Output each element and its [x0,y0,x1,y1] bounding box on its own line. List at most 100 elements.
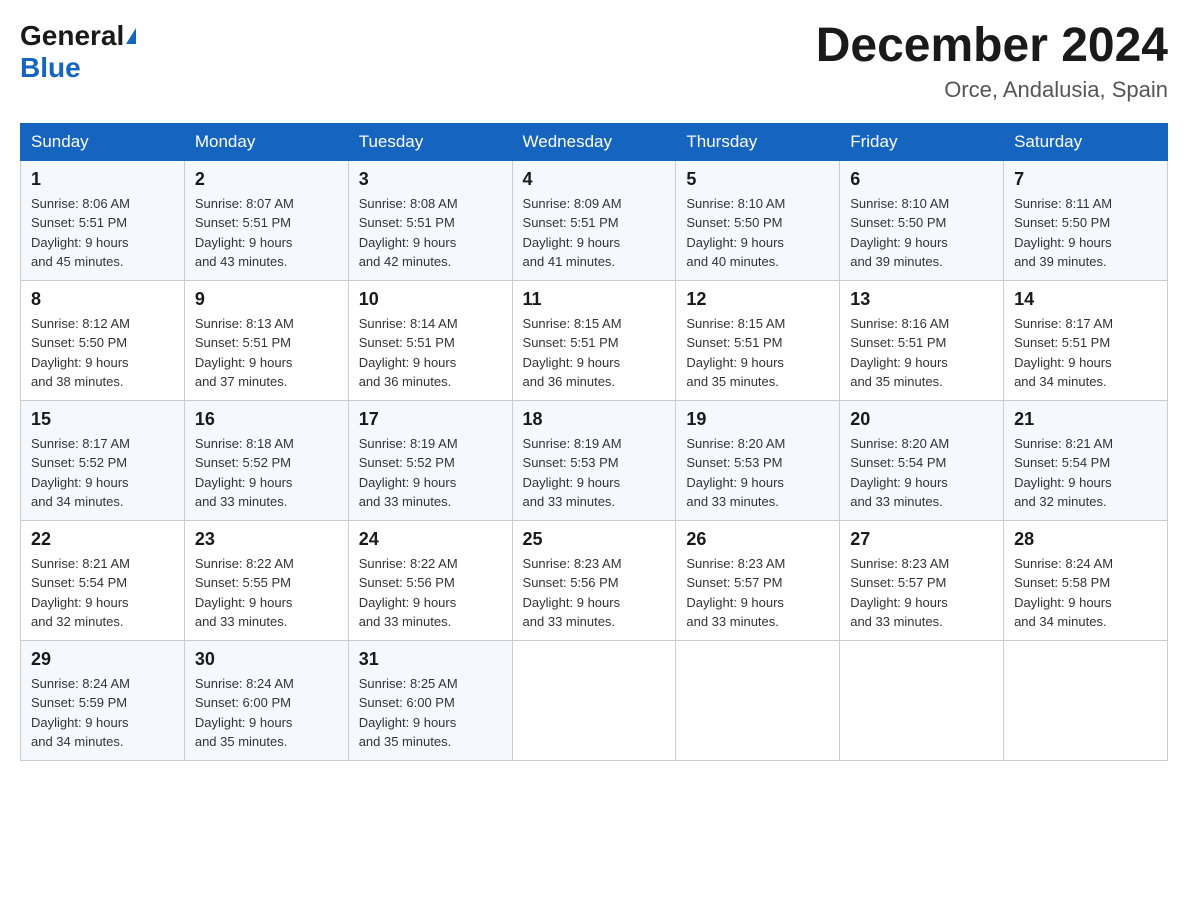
day-info: Sunrise: 8:23 AM Sunset: 5:57 PM Dayligh… [686,554,829,632]
calendar-cell: 26 Sunrise: 8:23 AM Sunset: 5:57 PM Dayl… [676,520,840,640]
day-info: Sunrise: 8:15 AM Sunset: 5:51 PM Dayligh… [523,314,666,392]
calendar-cell: 28 Sunrise: 8:24 AM Sunset: 5:58 PM Dayl… [1004,520,1168,640]
calendar-cell: 19 Sunrise: 8:20 AM Sunset: 5:53 PM Dayl… [676,400,840,520]
calendar-cell: 1 Sunrise: 8:06 AM Sunset: 5:51 PM Dayli… [21,160,185,280]
day-info: Sunrise: 8:11 AM Sunset: 5:50 PM Dayligh… [1014,194,1157,272]
day-number: 12 [686,289,829,310]
calendar-cell: 17 Sunrise: 8:19 AM Sunset: 5:52 PM Dayl… [348,400,512,520]
calendar-table: SundayMondayTuesdayWednesdayThursdayFrid… [20,123,1168,761]
day-number: 25 [523,529,666,550]
day-info: Sunrise: 8:22 AM Sunset: 5:56 PM Dayligh… [359,554,502,632]
calendar-cell: 7 Sunrise: 8:11 AM Sunset: 5:50 PM Dayli… [1004,160,1168,280]
day-number: 20 [850,409,993,430]
day-info: Sunrise: 8:06 AM Sunset: 5:51 PM Dayligh… [31,194,174,272]
calendar-cell: 25 Sunrise: 8:23 AM Sunset: 5:56 PM Dayl… [512,520,676,640]
day-number: 16 [195,409,338,430]
calendar-cell: 12 Sunrise: 8:15 AM Sunset: 5:51 PM Dayl… [676,280,840,400]
day-number: 26 [686,529,829,550]
calendar-cell [1004,640,1168,760]
calendar-cell: 15 Sunrise: 8:17 AM Sunset: 5:52 PM Dayl… [21,400,185,520]
day-info: Sunrise: 8:25 AM Sunset: 6:00 PM Dayligh… [359,674,502,752]
day-info: Sunrise: 8:17 AM Sunset: 5:51 PM Dayligh… [1014,314,1157,392]
header-cell-sunday: Sunday [21,123,185,160]
day-number: 22 [31,529,174,550]
calendar-cell [840,640,1004,760]
calendar-week-row: 8 Sunrise: 8:12 AM Sunset: 5:50 PM Dayli… [21,280,1168,400]
header-row: SundayMondayTuesdayWednesdayThursdayFrid… [21,123,1168,160]
calendar-cell: 16 Sunrise: 8:18 AM Sunset: 5:52 PM Dayl… [184,400,348,520]
day-info: Sunrise: 8:21 AM Sunset: 5:54 PM Dayligh… [31,554,174,632]
header-cell-monday: Monday [184,123,348,160]
calendar-cell: 22 Sunrise: 8:21 AM Sunset: 5:54 PM Dayl… [21,520,185,640]
day-number: 23 [195,529,338,550]
day-number: 18 [523,409,666,430]
calendar-cell [676,640,840,760]
calendar-cell: 11 Sunrise: 8:15 AM Sunset: 5:51 PM Dayl… [512,280,676,400]
day-number: 8 [31,289,174,310]
day-info: Sunrise: 8:19 AM Sunset: 5:53 PM Dayligh… [523,434,666,512]
day-number: 2 [195,169,338,190]
day-number: 7 [1014,169,1157,190]
calendar-cell: 27 Sunrise: 8:23 AM Sunset: 5:57 PM Dayl… [840,520,1004,640]
day-number: 21 [1014,409,1157,430]
day-info: Sunrise: 8:10 AM Sunset: 5:50 PM Dayligh… [850,194,993,272]
header-cell-wednesday: Wednesday [512,123,676,160]
day-info: Sunrise: 8:10 AM Sunset: 5:50 PM Dayligh… [686,194,829,272]
calendar-cell: 10 Sunrise: 8:14 AM Sunset: 5:51 PM Dayl… [348,280,512,400]
day-info: Sunrise: 8:24 AM Sunset: 5:59 PM Dayligh… [31,674,174,752]
day-number: 28 [1014,529,1157,550]
day-info: Sunrise: 8:14 AM Sunset: 5:51 PM Dayligh… [359,314,502,392]
calendar-week-row: 29 Sunrise: 8:24 AM Sunset: 5:59 PM Dayl… [21,640,1168,760]
logo: General Blue [20,20,136,84]
day-info: Sunrise: 8:21 AM Sunset: 5:54 PM Dayligh… [1014,434,1157,512]
calendar-week-row: 15 Sunrise: 8:17 AM Sunset: 5:52 PM Dayl… [21,400,1168,520]
day-info: Sunrise: 8:18 AM Sunset: 5:52 PM Dayligh… [195,434,338,512]
calendar-body: 1 Sunrise: 8:06 AM Sunset: 5:51 PM Dayli… [21,160,1168,760]
day-number: 14 [1014,289,1157,310]
day-number: 31 [359,649,502,670]
day-number: 24 [359,529,502,550]
calendar-cell: 24 Sunrise: 8:22 AM Sunset: 5:56 PM Dayl… [348,520,512,640]
day-info: Sunrise: 8:20 AM Sunset: 5:54 PM Dayligh… [850,434,993,512]
day-number: 11 [523,289,666,310]
calendar-cell: 4 Sunrise: 8:09 AM Sunset: 5:51 PM Dayli… [512,160,676,280]
day-number: 13 [850,289,993,310]
calendar-cell: 9 Sunrise: 8:13 AM Sunset: 5:51 PM Dayli… [184,280,348,400]
calendar-header: SundayMondayTuesdayWednesdayThursdayFrid… [21,123,1168,160]
logo-blue-text: Blue [20,52,81,84]
day-number: 4 [523,169,666,190]
calendar-week-row: 22 Sunrise: 8:21 AM Sunset: 5:54 PM Dayl… [21,520,1168,640]
calendar-cell: 6 Sunrise: 8:10 AM Sunset: 5:50 PM Dayli… [840,160,1004,280]
calendar-cell: 18 Sunrise: 8:19 AM Sunset: 5:53 PM Dayl… [512,400,676,520]
calendar-cell: 13 Sunrise: 8:16 AM Sunset: 5:51 PM Dayl… [840,280,1004,400]
day-number: 3 [359,169,502,190]
header-cell-thursday: Thursday [676,123,840,160]
day-info: Sunrise: 8:23 AM Sunset: 5:56 PM Dayligh… [523,554,666,632]
day-number: 9 [195,289,338,310]
calendar-cell: 29 Sunrise: 8:24 AM Sunset: 5:59 PM Dayl… [21,640,185,760]
logo-triangle-icon [126,28,136,44]
day-info: Sunrise: 8:19 AM Sunset: 5:52 PM Dayligh… [359,434,502,512]
day-number: 5 [686,169,829,190]
day-info: Sunrise: 8:17 AM Sunset: 5:52 PM Dayligh… [31,434,174,512]
day-number: 19 [686,409,829,430]
day-info: Sunrise: 8:12 AM Sunset: 5:50 PM Dayligh… [31,314,174,392]
header-cell-tuesday: Tuesday [348,123,512,160]
day-info: Sunrise: 8:24 AM Sunset: 5:58 PM Dayligh… [1014,554,1157,632]
calendar-cell: 3 Sunrise: 8:08 AM Sunset: 5:51 PM Dayli… [348,160,512,280]
day-info: Sunrise: 8:08 AM Sunset: 5:51 PM Dayligh… [359,194,502,272]
title-block: December 2024 Orce, Andalusia, Spain [816,20,1168,103]
day-info: Sunrise: 8:23 AM Sunset: 5:57 PM Dayligh… [850,554,993,632]
day-number: 29 [31,649,174,670]
calendar-week-row: 1 Sunrise: 8:06 AM Sunset: 5:51 PM Dayli… [21,160,1168,280]
location-text: Orce, Andalusia, Spain [816,77,1168,103]
calendar-cell: 8 Sunrise: 8:12 AM Sunset: 5:50 PM Dayli… [21,280,185,400]
day-number: 27 [850,529,993,550]
day-info: Sunrise: 8:09 AM Sunset: 5:51 PM Dayligh… [523,194,666,272]
day-number: 1 [31,169,174,190]
calendar-cell: 31 Sunrise: 8:25 AM Sunset: 6:00 PM Dayl… [348,640,512,760]
logo-general-text: General [20,20,124,52]
header-cell-saturday: Saturday [1004,123,1168,160]
day-info: Sunrise: 8:24 AM Sunset: 6:00 PM Dayligh… [195,674,338,752]
header-cell-friday: Friday [840,123,1004,160]
